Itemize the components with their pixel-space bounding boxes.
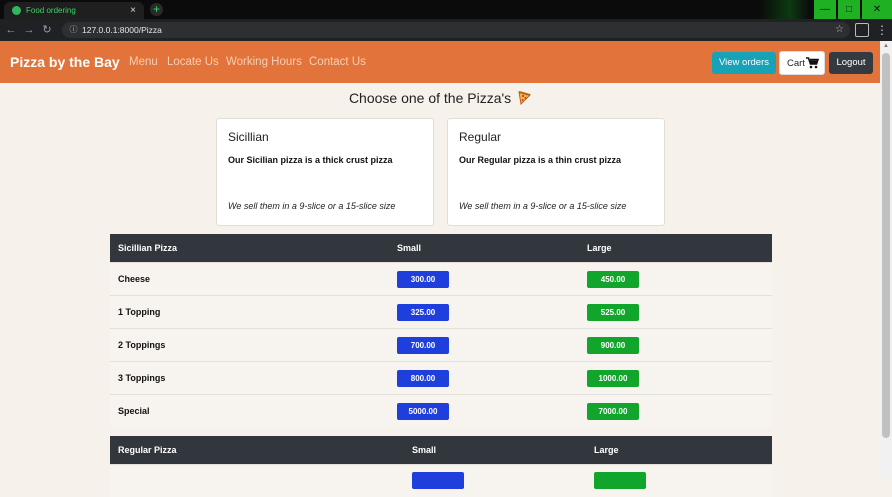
small-price-button[interactable] <box>412 472 464 489</box>
pizza-name: 3 Toppings <box>110 362 389 395</box>
site-info-icon[interactable]: ⓘ <box>68 24 79 35</box>
pizza-name: 1 Topping <box>110 296 389 329</box>
globe-icon <box>12 6 21 15</box>
nav-link-menu[interactable]: Menu <box>129 41 158 83</box>
table-row: 2 Toppings 700.00 900.00 <box>110 329 772 362</box>
address-bar: ← → ↻ ⓘ 127.0.0.1:8000/Pizza ☆ <box>0 19 892 41</box>
tab-close-icon[interactable]: × <box>130 2 136 19</box>
extension-icon[interactable] <box>855 23 869 37</box>
large-price-button[interactable]: 7000.00 <box>587 403 639 420</box>
card-size-note: We sell them in a 9-slice or a 15-slice … <box>228 201 395 211</box>
view-orders-button[interactable]: View orders <box>712 52 776 74</box>
cart-label: Cart <box>787 52 805 76</box>
card-description: Our Regular pizza is a thin crust pizza <box>459 155 621 165</box>
table-row: Special 5000.00 7000.00 <box>110 395 772 428</box>
large-price-button[interactable]: 900.00 <box>587 337 639 354</box>
column-header-pizza: Regular Pizza <box>110 436 404 465</box>
regular-card[interactable]: Regular Our Regular pizza is a thin crus… <box>447 118 665 226</box>
table-header-row: Sicillian Pizza Small Large <box>110 234 772 263</box>
sicilian-card[interactable]: Sicillian Our Sicilian pizza is a thick … <box>216 118 434 226</box>
small-price-button[interactable]: 700.00 <box>397 337 449 354</box>
logout-button[interactable]: Logout <box>829 52 873 74</box>
large-price-button[interactable]: 450.00 <box>587 271 639 288</box>
nav-link-contact-us[interactable]: Contact Us <box>309 41 366 83</box>
cart-button[interactable]: Cart <box>779 51 825 75</box>
minimize-button[interactable]: — <box>814 0 836 19</box>
bookmark-star-icon[interactable]: ☆ <box>835 22 844 38</box>
column-header-large: Large <box>586 436 772 465</box>
reload-icon[interactable]: ↻ <box>40 23 54 37</box>
forward-arrow-icon[interactable]: → <box>22 23 36 37</box>
card-description: Our Sicilian pizza is a thick crust pizz… <box>228 155 393 165</box>
scroll-up-icon[interactable]: ▲ <box>880 41 892 51</box>
pizza-name <box>110 465 404 497</box>
small-price-button[interactable]: 325.00 <box>397 304 449 321</box>
pizza-name: 2 Toppings <box>110 329 389 362</box>
nav-link-working-hours[interactable]: Working Hours <box>226 41 302 83</box>
pizza-icon <box>517 91 531 105</box>
titlebar-background <box>760 0 810 19</box>
pizza-name: Cheese <box>110 263 389 296</box>
scrollbar-thumb[interactable] <box>882 53 890 438</box>
sicilian-price-table: Sicillian Pizza Small Large Cheese 300.0… <box>110 234 772 427</box>
card-title: Regular <box>459 130 501 144</box>
pizza-name: Special <box>110 395 389 428</box>
site-navbar: Pizza by the Bay Menu Locate Us Working … <box>0 41 880 83</box>
table-row: 1 Topping 325.00 525.00 <box>110 296 772 329</box>
page-scrollbar[interactable]: ▲ <box>880 41 892 478</box>
column-header-small: Small <box>404 436 586 465</box>
url-field[interactable]: ⓘ 127.0.0.1:8000/Pizza ☆ <box>62 22 850 38</box>
brand-logo[interactable]: Pizza by the Bay <box>10 41 120 83</box>
card-title: Sicillian <box>228 130 269 144</box>
url-text: 127.0.0.1:8000/Pizza <box>82 22 162 38</box>
small-price-button[interactable]: 5000.00 <box>397 403 449 420</box>
close-window-button[interactable]: ✕ <box>862 0 892 19</box>
small-price-button[interactable]: 300.00 <box>397 271 449 288</box>
small-price-button[interactable]: 800.00 <box>397 370 449 387</box>
cart-icon <box>806 57 819 69</box>
large-price-button[interactable]: 1000.00 <box>587 370 639 387</box>
column-header-large: Large <box>579 234 772 263</box>
table-header-row: Regular Pizza Small Large <box>110 436 772 465</box>
column-header-small: Small <box>389 234 579 263</box>
large-price-button[interactable] <box>594 472 646 489</box>
page-title-text: Choose one of the Pizza's <box>349 90 511 106</box>
maximize-button[interactable]: □ <box>838 0 860 19</box>
column-header-pizza: Sicillian Pizza <box>110 234 389 263</box>
table-row: Cheese 300.00 450.00 <box>110 263 772 296</box>
back-arrow-icon[interactable]: ← <box>4 23 18 37</box>
page-title: Choose one of the Pizza's <box>0 88 880 108</box>
nav-link-locate-us[interactable]: Locate Us <box>167 41 219 83</box>
browser-tab[interactable]: Food ordering × <box>4 2 144 19</box>
card-size-note: We sell them in a 9-slice or a 15-slice … <box>459 201 626 211</box>
large-price-button[interactable]: 525.00 <box>587 304 639 321</box>
browser-tab-bar: Food ordering × + — □ ✕ <box>0 0 892 19</box>
browser-menu-icon[interactable]: ⋮ <box>876 19 888 41</box>
table-row: 3 Toppings 800.00 1000.00 <box>110 362 772 395</box>
regular-price-table: Regular Pizza Small Large <box>110 436 772 497</box>
tab-title: Food ordering <box>26 2 76 19</box>
table-row <box>110 465 772 497</box>
new-tab-icon[interactable]: + <box>150 3 163 16</box>
